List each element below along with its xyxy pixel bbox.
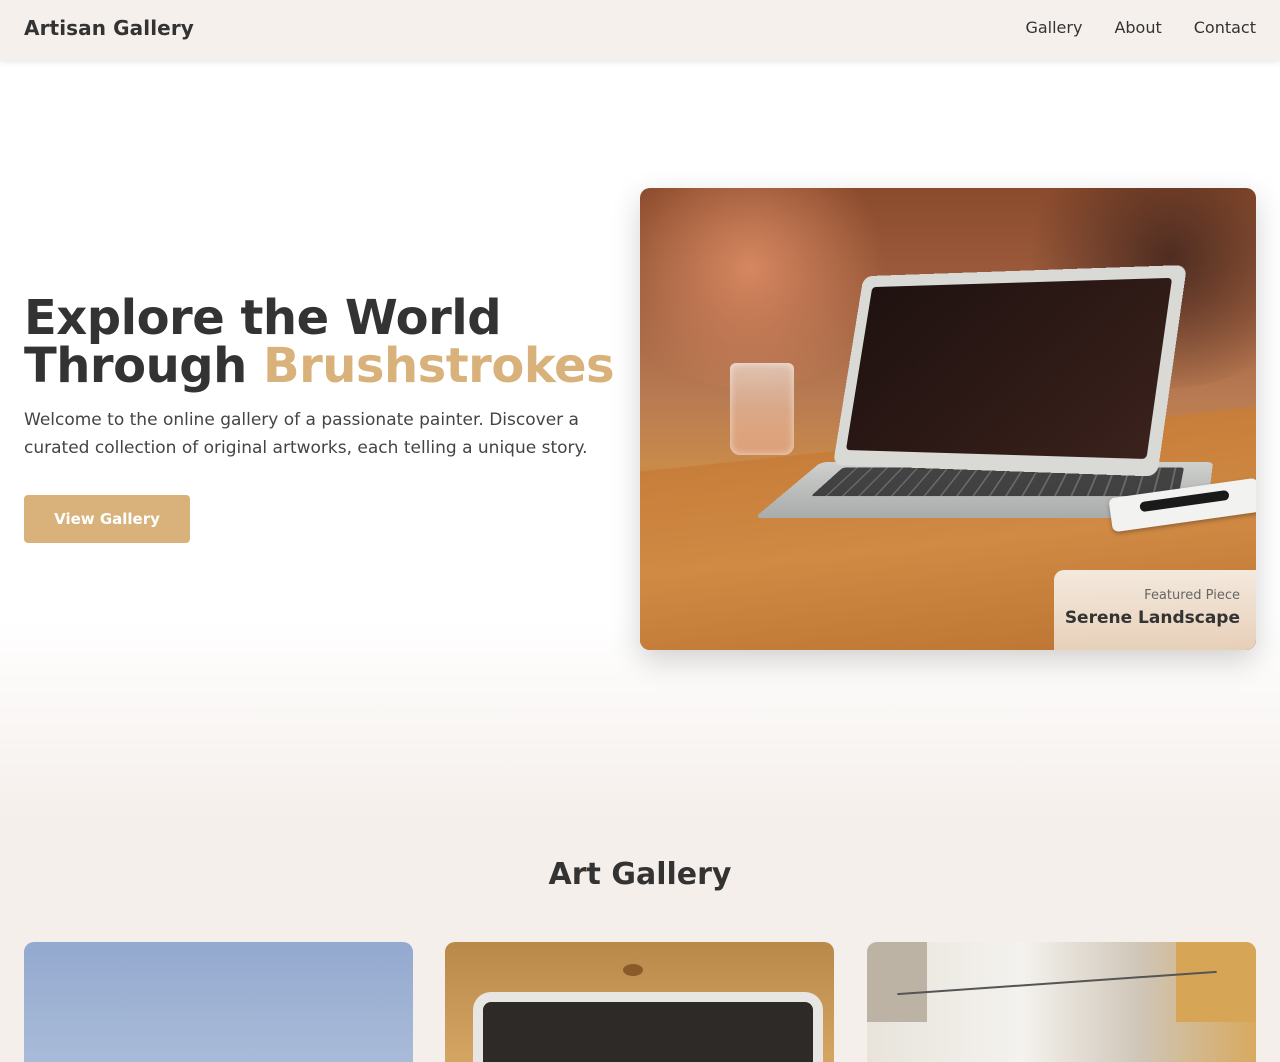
gallery-section-title: Art Gallery bbox=[548, 857, 732, 892]
featured-label: Featured Piece bbox=[1144, 588, 1240, 603]
hero-title: Explore the World Through Brushstrokes bbox=[24, 294, 624, 390]
nav-link-contact[interactable]: Contact bbox=[1194, 18, 1256, 37]
hero-section: Explore the World Through Brushstrokes W… bbox=[0, 60, 1280, 820]
featured-caption: Featured Piece Serene Landscape bbox=[1054, 570, 1256, 650]
featured-artwork-image[interactable]: Featured Piece Serene Landscape bbox=[640, 188, 1256, 650]
hero-title-accent: Brushstrokes bbox=[262, 338, 615, 394]
hero-description: Welcome to the online gallery of a passi… bbox=[24, 410, 588, 458]
gallery-card-street[interactable] bbox=[867, 942, 1256, 1062]
view-gallery-button[interactable]: View Gallery bbox=[24, 495, 190, 543]
gallery-card-laptop[interactable] bbox=[445, 942, 834, 1062]
top-navbar: Artisan Gallery Gallery About Contact bbox=[0, 0, 1280, 60]
nav-links: Gallery About Contact bbox=[1025, 18, 1256, 37]
nav-link-about[interactable]: About bbox=[1114, 18, 1161, 37]
glass-of-water bbox=[730, 363, 794, 455]
hero-title-line2: Through bbox=[24, 338, 247, 394]
gallery-card-sky[interactable] bbox=[24, 942, 413, 1062]
laptop-screen bbox=[832, 264, 1188, 477]
nav-link-gallery[interactable]: Gallery bbox=[1025, 18, 1082, 37]
featured-title: Serene Landscape bbox=[1064, 608, 1240, 628]
gallery-grid bbox=[24, 942, 1256, 1062]
brand-logo-text[interactable]: Artisan Gallery bbox=[24, 16, 194, 40]
